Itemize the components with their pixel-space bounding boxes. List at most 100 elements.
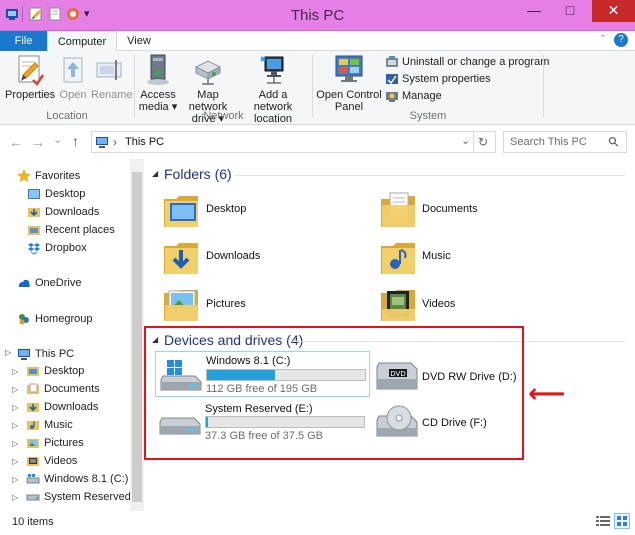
nav-pc-item-label: Music [44,419,73,431]
properties-label: Properties [5,89,56,101]
folder-downloads[interactable]: Downloads [160,236,360,280]
properties-icon [18,55,45,86]
system-properties-icon [386,74,398,85]
manage-label: Manage [402,90,442,102]
ribbon-separator [312,55,313,117]
open-icon [63,57,83,83]
tab-view[interactable]: View [117,31,161,51]
expand-arrow[interactable]: ▷ [12,453,26,470]
nav-favorite-downloads[interactable]: Downloads [27,203,129,221]
undo-quick-icon[interactable] [66,7,80,21]
desktop-folder-icon [28,189,40,200]
tab-file[interactable]: File [0,31,47,51]
expand-arrow[interactable]: ▷ [12,417,26,434]
search-icon[interactable]: ⚲ [605,133,623,151]
collapse-ribbon-button[interactable]: ˆ [601,34,605,46]
refresh-button[interactable]: ↻ [478,135,488,149]
nav-pc-desktop[interactable]: ▷ Desktop [12,362,130,380]
nav-favorites[interactable]: Favorites [17,167,129,185]
nav-pc-item-label: Windows 8.1 (C:) [44,473,129,485]
tab-computer[interactable]: Computer [47,31,117,51]
folder-videos[interactable]: Videos [377,283,577,327]
breadcrumb-this-pc[interactable]: This PC [125,136,164,148]
expand-arrow[interactable]: ▷ [12,381,26,398]
address-dropdown-button[interactable]: ⌄ [461,134,470,147]
nav-homegroup[interactable]: Homegroup [17,310,129,328]
properties-quick-icon[interactable] [29,7,43,21]
this-pc-icon [18,349,30,361]
status-bar: 10 items [0,511,635,535]
this-pc-expand-arrow[interactable]: ▷ [5,348,11,357]
nav-pc-system-reserved[interactable]: ▷ System Reserved (E [12,488,130,506]
nav-pc-videos[interactable]: ▷ Videos [12,452,130,470]
nav-favorite-desktop[interactable]: Desktop [27,185,129,203]
nav-homegroup-label: Homegroup [35,313,93,325]
ribbon: Properties Open Rename Location Access m… [0,51,635,125]
dropbox-icon [28,243,40,255]
customize-quick-access-dropdown[interactable]: ▾ [84,7,90,20]
close-button[interactable]: ✕ [592,0,635,22]
this-pc-children: ▷ Desktop ▷ Documents ▷ Downloads ▷ Music ▷ P… [12,362,130,506]
nav-pc-music[interactable]: ▷ Music [12,416,130,434]
open-button[interactable]: Open [58,53,88,101]
help-button[interactable]: ? [614,33,628,47]
system-menu-icon[interactable] [5,7,19,21]
maximize-button[interactable]: □ [556,0,584,22]
folder-pictures[interactable]: Pictures [160,283,360,327]
nav-pc-documents[interactable]: ▷ Documents [12,380,130,398]
nav-favorite-recent-places[interactable]: Recent places [27,221,129,239]
rename-button[interactable]: Rename [91,53,133,101]
nav-favorite-dropbox[interactable]: Dropbox [27,239,129,257]
homegroup-icon [19,314,29,325]
ribbon-separator [134,55,135,117]
nav-this-pc[interactable]: ▷ This PC [4,345,129,363]
expand-arrow[interactable]: ▷ [12,435,26,452]
recent-places-icon [28,226,40,236]
new-folder-quick-icon[interactable] [48,7,62,21]
music-folder-icon [27,421,39,431]
expand-arrow[interactable]: ▷ [12,489,26,506]
recent-locations-dropdown[interactable]: ⌄ [53,133,62,146]
nav-scrollbar-thumb[interactable] [132,172,142,502]
manage-icon [386,92,398,103]
details-view-button[interactable] [596,515,610,528]
manage-button[interactable]: Manage [385,88,549,105]
tiles-view-button[interactable] [614,513,630,529]
favorites-group: Favorites [17,167,129,185]
expand-arrow[interactable]: ▷ [12,471,26,488]
expand-arrow[interactable]: ▷ [12,363,26,380]
nav-pc-pictures[interactable]: ▷ Pictures [12,434,130,452]
breadcrumb-separator[interactable]: › [113,135,117,149]
nav-favorite-label: Recent places [45,224,115,236]
open-control-panel-button[interactable]: Open Control Panel [316,53,382,113]
nav-pc-downloads[interactable]: ▷ Downloads [12,398,130,416]
drive-icon [26,494,40,501]
folders-collapse-toggle[interactable]: ◢ [152,169,158,178]
back-button[interactable]: ← [9,134,23,150]
up-button[interactable]: ↑ [72,133,79,149]
nav-pc-windows-drive[interactable]: ▷ Windows 8.1 (C:) [12,470,130,488]
forward-button[interactable]: → [31,134,45,150]
folder-music[interactable]: Music [377,236,577,280]
folders-section-header[interactable]: ◢ Folders (6) [150,165,630,185]
nav-pc-item-label: Desktop [44,365,85,377]
item-count: 10 items [12,516,54,528]
access-media-button[interactable]: Access media ▾ [138,53,178,113]
nav-onedrive[interactable]: OneDrive [17,274,129,292]
desktop-folder-icon [164,196,198,227]
search-box[interactable]: Search This PC ⚲ [503,131,627,153]
desktop-folder-icon [27,367,39,377]
music-folder-icon [381,243,415,274]
folder-desktop[interactable]: Desktop [160,189,360,233]
expand-arrow[interactable]: ▷ [12,399,26,416]
annotation-highlight-box [144,326,524,460]
address-field[interactable]: › This PC ⌄ ↻ [91,131,496,153]
uninstall-icon [386,56,398,68]
folder-documents[interactable]: Documents [377,189,577,233]
system-properties-button[interactable]: System properties [385,71,549,88]
title-bar: This PC ▾ — □ ✕ [0,0,635,31]
minimize-button[interactable]: — [520,0,548,22]
folder-name: Music [422,250,451,262]
uninstall-program-button[interactable]: Uninstall or change a program [385,54,549,71]
properties-button[interactable]: Properties [5,53,56,101]
